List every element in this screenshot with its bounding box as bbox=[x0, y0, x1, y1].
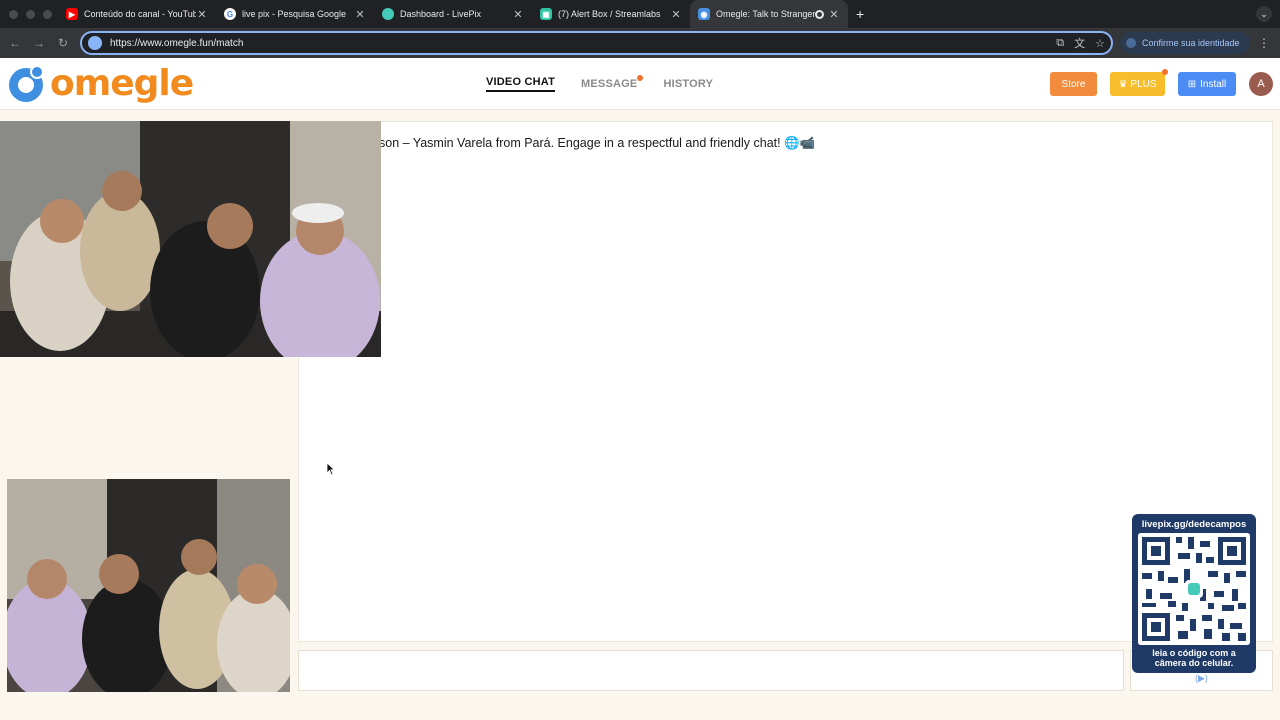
stranger-video bbox=[0, 121, 381, 357]
browser-tab-strip: ▶ Conteúdo do canal - YouTube ✕ G live p… bbox=[0, 0, 1280, 28]
address-url[interactable]: https://www.omegle.fun/match bbox=[110, 38, 1046, 49]
tab-title: live pix - Pesquisa Google bbox=[242, 9, 347, 19]
back-icon[interactable]: ← bbox=[3, 36, 27, 50]
store-button[interactable]: Store bbox=[1050, 72, 1097, 96]
tab-title: Conteúdo do canal - YouTube bbox=[84, 9, 196, 19]
close-tab-icon[interactable]: ✕ bbox=[512, 8, 524, 21]
livepix-qr-card: livepix.gg/dedecampos leia o código com bbox=[1132, 514, 1256, 673]
notification-dot bbox=[637, 75, 644, 81]
download-icon: ⊞ bbox=[1187, 78, 1197, 90]
identity-label: Confirme sua identidade bbox=[1142, 38, 1240, 48]
self-video bbox=[7, 479, 290, 692]
plus-label: PLUS bbox=[1130, 78, 1157, 90]
nav-video-chat[interactable]: VIDEO CHAT bbox=[486, 76, 556, 92]
profile-icon bbox=[1126, 38, 1136, 48]
minimize-window-button[interactable] bbox=[26, 9, 35, 19]
install-label: Install bbox=[1200, 78, 1227, 90]
browser-menu-icon[interactable]: ⋮ bbox=[1258, 36, 1270, 50]
tab-title: Omegle: Talk to Strangers bbox=[716, 9, 815, 19]
forward-icon[interactable]: → bbox=[27, 36, 51, 50]
maximize-window-button[interactable] bbox=[43, 9, 52, 19]
identity-chip[interactable]: Confirme sua identidade bbox=[1120, 32, 1250, 54]
translate-icon[interactable]: 文 bbox=[1074, 35, 1085, 51]
close-window-button[interactable] bbox=[9, 9, 18, 19]
qr-bottom-text: leia o código com a câmera do celular. bbox=[1132, 648, 1256, 668]
reload-icon[interactable]: ↻ bbox=[51, 36, 75, 50]
livepix-icon bbox=[382, 8, 394, 20]
tab-title: Dashboard - LivePix bbox=[400, 9, 482, 19]
self-video-frame bbox=[7, 479, 290, 692]
tab-title: (7) Alert Box / Streamlabs bbox=[558, 9, 661, 19]
site-info-icon[interactable] bbox=[88, 36, 102, 50]
youtube-icon: ▶ bbox=[66, 8, 78, 20]
close-tab-icon[interactable]: ✕ bbox=[196, 8, 208, 21]
nav-history[interactable]: HISTORY bbox=[663, 78, 713, 90]
play-icon: (▶) bbox=[1195, 673, 1208, 683]
omegle-logo[interactable]: omegle bbox=[6, 63, 194, 104]
streamlabs-icon: ▣ bbox=[540, 8, 552, 20]
qr-bottom-line-2: câmera do celular. bbox=[1154, 658, 1234, 668]
nav-message-label: MESSAGE bbox=[581, 78, 638, 90]
browser-tab-livepix[interactable]: Dashboard - LivePix ✕ bbox=[374, 0, 532, 28]
tab-search-icon[interactable]: ⌄ bbox=[1256, 6, 1272, 22]
logo-text: omegle bbox=[50, 63, 194, 104]
bookmark-star-icon[interactable]: ☆ bbox=[1095, 37, 1105, 50]
qr-code-icon bbox=[1138, 533, 1250, 645]
qr-top-text: livepix.gg/dedecampos bbox=[1141, 519, 1247, 530]
browser-tab-streamlabs[interactable]: ▣ (7) Alert Box / Streamlabs ✕ bbox=[532, 0, 690, 28]
install-app-icon[interactable]: ⧉ bbox=[1056, 37, 1064, 50]
crown-icon: ♛ bbox=[1118, 78, 1128, 90]
chat-input[interactable] bbox=[298, 650, 1124, 691]
avatar[interactable]: A bbox=[1249, 72, 1273, 96]
close-tab-icon[interactable]: ✕ bbox=[828, 8, 840, 21]
omegle-logo-icon bbox=[9, 65, 44, 102]
browser-tab-omegle[interactable]: ◉ Omegle: Talk to Strangers ✕ bbox=[690, 0, 848, 28]
new-tab-icon[interactable]: + bbox=[856, 6, 864, 22]
main-nav: VIDEO CHAT MESSAGE HISTORY bbox=[486, 58, 713, 110]
omegle-icon: ◉ bbox=[698, 8, 710, 20]
browser-tab-google[interactable]: G live pix - Pesquisa Google ✕ bbox=[216, 0, 374, 28]
plus-button[interactable]: ♛ PLUS bbox=[1110, 69, 1168, 96]
mouse-cursor-icon bbox=[326, 462, 336, 476]
notification-dot bbox=[1162, 69, 1168, 75]
close-tab-icon[interactable]: ✕ bbox=[354, 8, 366, 21]
recording-icon bbox=[815, 9, 824, 19]
browser-toolbar: ← → ↻ https://www.omegle.fun/match ⧉ 文 ☆… bbox=[0, 28, 1280, 58]
chat-panel: son – Yasmin Varela from Pará. Engage in… bbox=[298, 121, 1273, 642]
qr-bottom-line-1: leia o código com a bbox=[1152, 648, 1236, 658]
window-controls[interactable] bbox=[0, 9, 58, 19]
nav-message[interactable]: MESSAGE bbox=[581, 75, 644, 90]
chat-system-message: son – Yasmin Varela from Pará. Engage in… bbox=[379, 136, 816, 150]
stranger-video-frame bbox=[0, 121, 381, 357]
google-icon: G bbox=[224, 8, 236, 20]
install-button[interactable]: ⊞ Install bbox=[1178, 72, 1236, 96]
site-header: omegle VIDEO CHAT MESSAGE HISTORY Store … bbox=[0, 58, 1280, 110]
close-tab-icon[interactable]: ✕ bbox=[670, 8, 682, 21]
address-bar[interactable]: https://www.omegle.fun/match ⧉ 文 ☆ bbox=[80, 31, 1113, 55]
browser-tab-youtube[interactable]: ▶ Conteúdo do canal - YouTube ✕ bbox=[58, 0, 216, 28]
